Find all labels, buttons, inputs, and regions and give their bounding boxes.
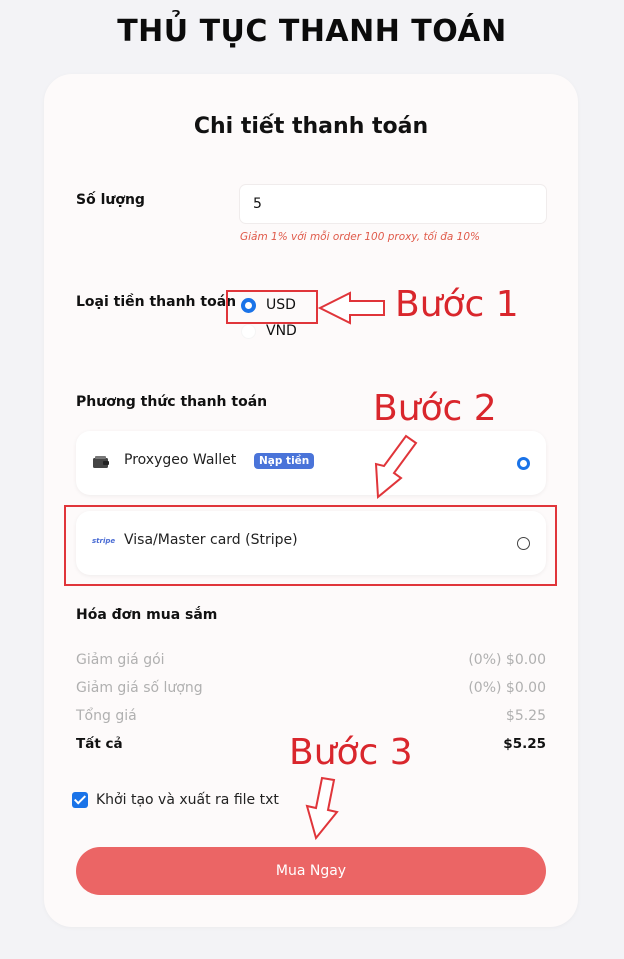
invoice-row-label: Giảm giá số lượng bbox=[76, 680, 203, 696]
wallet-icon bbox=[92, 455, 110, 472]
invoice-total-value: $5.25 bbox=[503, 736, 546, 752]
export-txt-option[interactable]: Khởi tạo và xuất ra file txt bbox=[72, 792, 279, 808]
step1-highlight-box bbox=[226, 290, 318, 324]
quantity-label: Số lượng bbox=[76, 192, 145, 208]
step2-label: Bước 2 bbox=[373, 388, 497, 429]
buy-now-button[interactable]: Mua Ngay bbox=[76, 847, 546, 895]
step3-label: Bước 3 bbox=[289, 732, 413, 773]
quantity-input[interactable] bbox=[240, 185, 546, 223]
invoice-total-label: Tất cả bbox=[76, 736, 123, 752]
top-up-badge[interactable]: Nạp tiền bbox=[254, 453, 315, 469]
invoice-row: Giảm giá gói (0%) $0.00 bbox=[76, 652, 546, 668]
invoice-row: Tổng giá $5.25 bbox=[76, 708, 546, 724]
payment-option-wallet[interactable]: Proxygeo Wallet Nạp tiền bbox=[76, 431, 546, 495]
step2-arrow-icon bbox=[374, 434, 418, 500]
step3-arrow-icon bbox=[305, 776, 339, 841]
invoice-row: Giảm giá số lượng (0%) $0.00 bbox=[76, 680, 546, 696]
export-txt-label: Khởi tạo và xuất ra file txt bbox=[96, 792, 279, 808]
payment-method-label: Phương thức thanh toán bbox=[76, 394, 268, 410]
currency-option-vnd[interactable]: VND bbox=[241, 323, 297, 339]
card-title: Chi tiết thanh toán bbox=[193, 114, 429, 139]
step2-highlight-box bbox=[64, 505, 557, 586]
invoice-title: Hóa đơn mua sắm bbox=[76, 607, 218, 623]
invoice-row-label: Tổng giá bbox=[76, 708, 137, 724]
quantity-discount-hint: Giảm 1% với mỗi order 100 proxy, tối đa … bbox=[240, 231, 481, 243]
radio-unselected-icon bbox=[241, 323, 256, 339]
radio-selected-icon[interactable] bbox=[517, 457, 530, 470]
step1-arrow-icon bbox=[317, 291, 385, 325]
invoice-row-value: $5.25 bbox=[505, 708, 546, 724]
checkbox-checked-icon[interactable] bbox=[72, 792, 88, 808]
page-title: THỦ TỤC THANH TOÁN bbox=[117, 14, 507, 49]
invoice-row-label: Giảm giá gói bbox=[76, 652, 165, 668]
step1-label: Bước 1 bbox=[395, 284, 519, 325]
payment-option-name: Proxygeo Wallet bbox=[124, 452, 237, 468]
currency-label: Loại tiền thanh toán bbox=[76, 294, 237, 310]
invoice-row-value: (0%) $0.00 bbox=[468, 652, 546, 668]
currency-option-label: VND bbox=[266, 323, 297, 339]
invoice-row-value: (0%) $0.00 bbox=[468, 680, 546, 696]
